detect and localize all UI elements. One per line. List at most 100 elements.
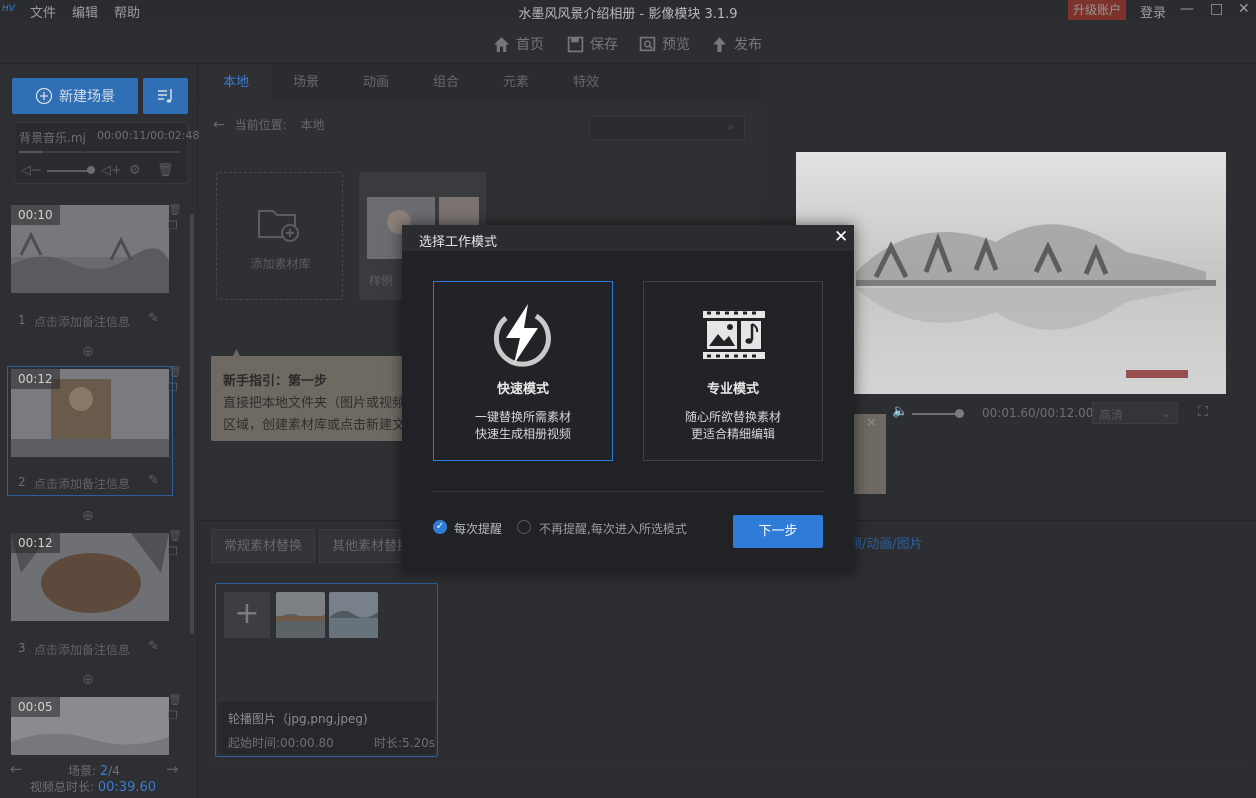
- scene-duration: 00:10: [11, 205, 60, 225]
- volume-up-icon[interactable]: ◁+: [101, 163, 122, 178]
- search-input[interactable]: ⌕: [589, 116, 745, 140]
- tab-local[interactable]: 本地: [201, 64, 271, 102]
- copy-icon[interactable]: ❐: [168, 218, 182, 234]
- path-value[interactable]: 本地: [300, 118, 324, 132]
- scene-footer: ← 场景: 2/4 → 视频总时长: 00:39.60: [0, 760, 198, 798]
- scene-note[interactable]: 点击添加备注信息: [34, 475, 130, 492]
- add-scene-icon[interactable]: ⊕: [82, 508, 94, 524]
- chevron-down-icon: ⌄: [1160, 406, 1171, 420]
- login-link[interactable]: 登录: [1140, 2, 1166, 21]
- home-button[interactable]: 首页: [493, 34, 544, 54]
- tab-element[interactable]: 元素: [481, 64, 551, 102]
- copy-icon[interactable]: ❐: [168, 380, 182, 396]
- trash-icon[interactable]: 🗑: [168, 364, 182, 380]
- save-icon: [567, 36, 584, 52]
- back-arrow-icon[interactable]: ←: [213, 117, 225, 133]
- bgm-name: 背景音乐.mj: [19, 131, 86, 145]
- plus-circle-icon: [35, 87, 53, 105]
- volume-icon[interactable]: 🔈: [892, 404, 908, 419]
- music-list-icon: [157, 89, 172, 103]
- upgrade-button[interactable]: 升级账户: [1068, 0, 1126, 20]
- search-icon[interactable]: ⌕: [728, 120, 734, 134]
- upload-icon: [713, 36, 726, 52]
- carousel-image-card[interactable]: + 轮播图片（jpg,png,jpeg) 起始时间:00:00.80 时长:5.…: [215, 583, 438, 757]
- pro-mode-option[interactable]: 专业模式 随心所欲替换素材 更适合精细编辑: [643, 281, 823, 461]
- remind-never-label[interactable]: 不再提醒,每次进入所选模式: [539, 520, 687, 537]
- edit-note-icon[interactable]: ✎: [148, 639, 159, 654]
- video-preview[interactable]: [796, 152, 1226, 394]
- volume-down-icon[interactable]: ◁−: [21, 163, 42, 178]
- tab-animation[interactable]: 动画: [341, 64, 411, 102]
- tab-combination[interactable]: 组合: [411, 64, 481, 102]
- total-duration: 视频总时长: 00:39.60: [30, 780, 157, 795]
- scene-card-1[interactable]: 00:10 1 点击添加备注信息 ✎: [7, 204, 173, 364]
- new-scene-button[interactable]: 新建场景: [12, 78, 138, 114]
- pro-mode-name: 专业模式: [706, 382, 759, 397]
- trash-icon[interactable]: 🗑: [157, 163, 174, 178]
- bottom-scroll-area[interactable]: [205, 763, 1245, 773]
- guide-title: 新手指引：第一步: [223, 374, 328, 389]
- copy-icon[interactable]: ❐: [168, 708, 182, 724]
- close-icon[interactable]: ✕: [866, 416, 877, 431]
- preview-button[interactable]: 预览: [639, 34, 690, 54]
- scene-duration: 00:12: [11, 533, 60, 553]
- scene-note[interactable]: 点击添加备注信息: [34, 313, 130, 330]
- bgm-volume-track[interactable]: [47, 170, 91, 172]
- scene-duration: 00:05: [11, 697, 60, 717]
- scene-card-2[interactable]: 00:12 2 点击添加备注信息 ✎: [7, 366, 173, 496]
- volume-knob[interactable]: [954, 409, 964, 418]
- card-info: 轮播图片（jpg,png,jpeg) 起始时间:00:00.80 时长:5.20…: [218, 702, 435, 754]
- copy-icon[interactable]: ❐: [168, 544, 182, 560]
- music-list-button[interactable]: [143, 78, 188, 114]
- home-label: 首页: [516, 37, 544, 53]
- edit-note-icon[interactable]: ✎: [148, 311, 159, 326]
- main-toolbar: 首页 保存 预览 发布: [0, 22, 1256, 64]
- quality-select[interactable]: 高清 ⌄: [1092, 402, 1178, 424]
- scene-card-3[interactable]: 00:12 3 点击添加备注信息 ✎: [7, 532, 173, 662]
- publish-button[interactable]: 发布: [711, 34, 762, 54]
- next-scene-arrow-icon[interactable]: →: [166, 760, 179, 778]
- scene-number: 3: [18, 641, 26, 655]
- minimize-button[interactable]: —: [1180, 1, 1194, 17]
- card-start-time: 起始时间:00:00.80: [228, 736, 334, 750]
- bgm-progress-track[interactable]: [19, 151, 181, 153]
- add-library-tile[interactable]: 添加素材库: [216, 172, 343, 300]
- tab-regular-replace[interactable]: 常规素材替换: [211, 529, 316, 563]
- quick-mode-desc-1: 一键替换所需素材: [474, 410, 571, 424]
- next-step-button[interactable]: 下一步: [733, 515, 823, 548]
- dialog-close-icon[interactable]: ✕: [834, 227, 848, 247]
- remind-each-radio[interactable]: ✓: [433, 520, 447, 534]
- scene-note[interactable]: 点击添加备注信息: [34, 641, 130, 658]
- tab-effects[interactable]: 特效: [551, 64, 621, 102]
- add-scene-icon[interactable]: ⊕: [82, 344, 94, 360]
- remind-never-radio[interactable]: [517, 520, 531, 534]
- scene-list-scrollbar[interactable]: [190, 214, 194, 634]
- trash-icon[interactable]: 🗑: [168, 528, 182, 544]
- gear-icon[interactable]: ⚙: [129, 163, 141, 178]
- scene-number: 2: [18, 475, 26, 489]
- work-mode-dialog: 选择工作模式 ✕ 快速模式 一键替换所需素材 快速生成相册视频 专业模式 随心所…: [402, 225, 854, 572]
- trash-icon[interactable]: 🗑: [168, 202, 182, 218]
- remind-each-label[interactable]: 每次提醒: [454, 520, 502, 537]
- bgm-volume-knob[interactable]: [87, 166, 95, 174]
- add-image-button[interactable]: +: [224, 592, 270, 638]
- image-thumbnail[interactable]: [276, 592, 325, 638]
- edit-note-icon[interactable]: ✎: [148, 473, 159, 488]
- tab-scene[interactable]: 场景: [271, 64, 341, 102]
- scene-panel: 新建场景 背景音乐.mj 00:00:11/00:02:48 ◁− ◁+ ⚙ 🗑…: [0, 64, 200, 798]
- scene-card-4[interactable]: 00:05: [7, 696, 173, 755]
- add-library-label: 添加素材库: [250, 257, 311, 271]
- fullscreen-icon[interactable]: ⛶: [1198, 404, 1208, 420]
- guide-arrow-icon: ▲: [231, 346, 242, 362]
- image-thumbnail[interactable]: [329, 592, 378, 638]
- ink-landscape-image: [796, 152, 1226, 394]
- material-tabs: 本地 场景 动画 组合 元素 特效: [199, 64, 761, 102]
- close-window-button[interactable]: ✕: [1238, 1, 1250, 17]
- add-scene-icon[interactable]: ⊕: [82, 672, 94, 688]
- quick-mode-option[interactable]: 快速模式 一键替换所需素材 快速生成相册视频: [433, 281, 613, 461]
- prev-scene-arrow-icon[interactable]: ←: [10, 760, 23, 778]
- save-button[interactable]: 保存: [567, 34, 618, 54]
- trash-icon[interactable]: 🗑: [168, 692, 182, 708]
- maximize-button[interactable]: □: [1210, 1, 1223, 17]
- scene-thumbnail: 00:10: [11, 205, 169, 293]
